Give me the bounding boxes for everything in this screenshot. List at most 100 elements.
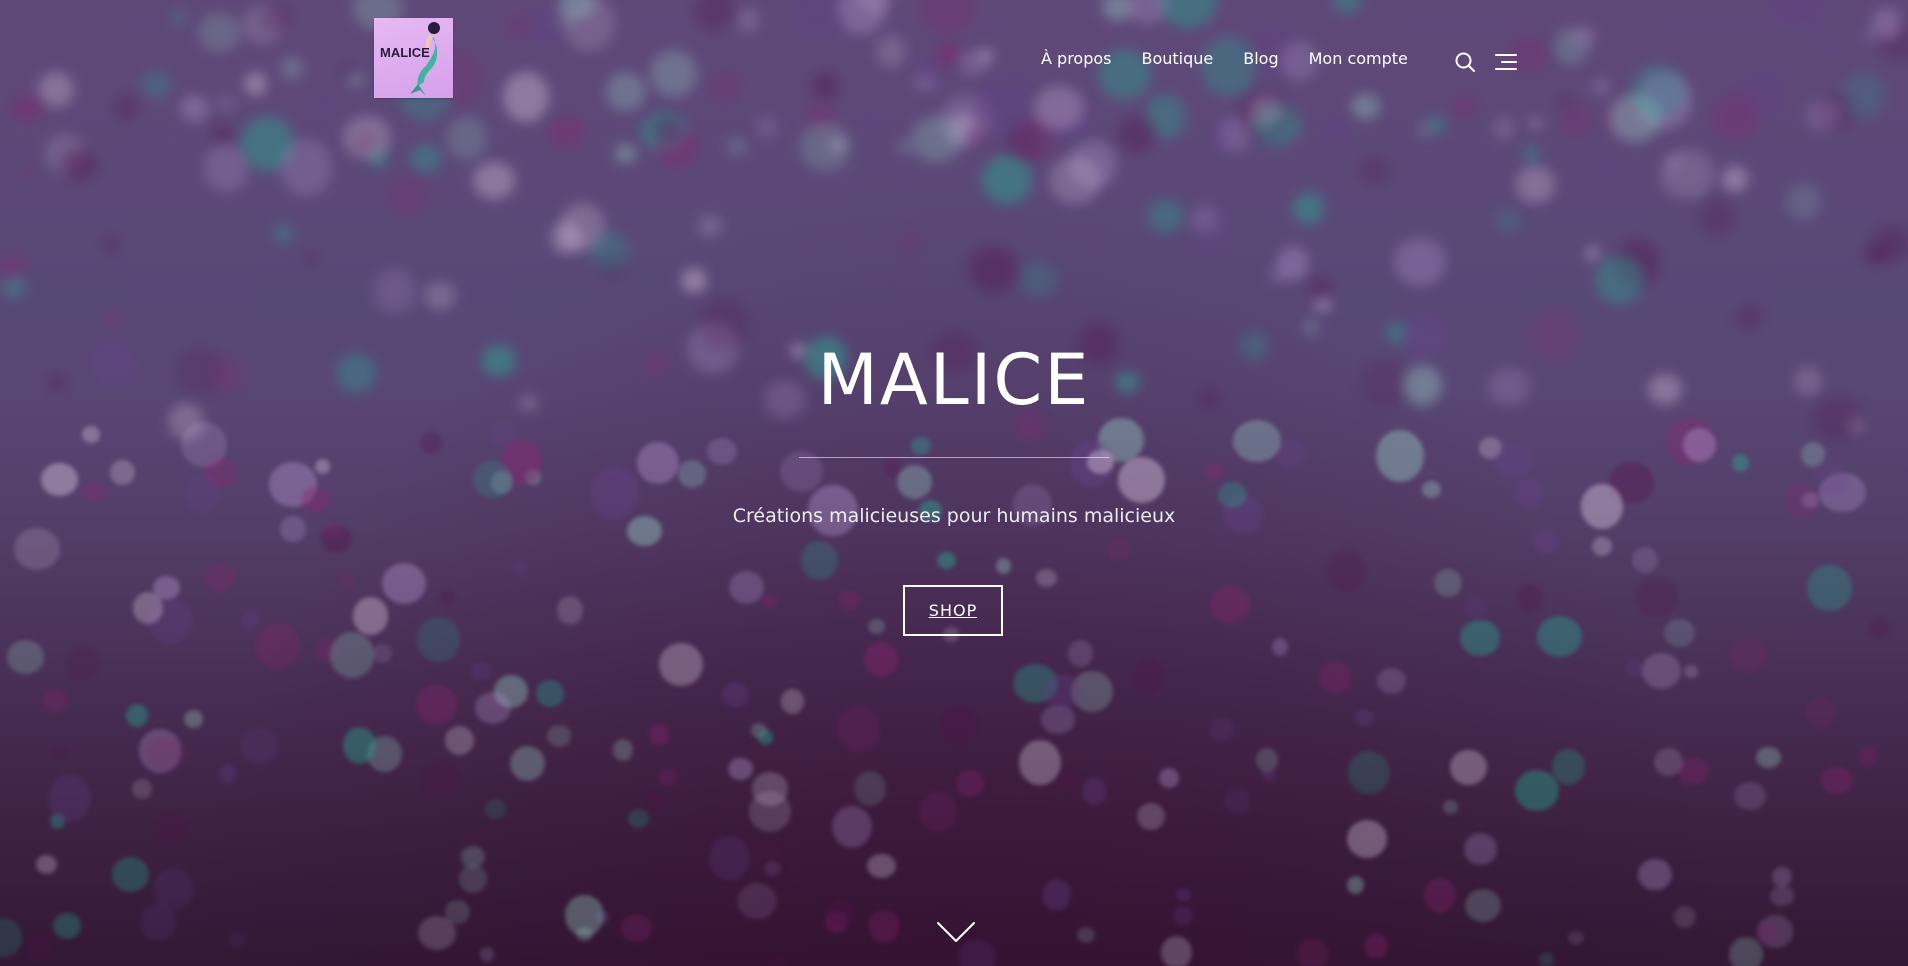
glitter-bokeh: [1302, 319, 1321, 336]
glitter-bokeh: [19, 165, 34, 181]
glitter-bokeh: [366, 736, 402, 773]
glitter-bokeh: [108, 311, 124, 328]
glitter-bokeh: [241, 611, 259, 630]
hero-overlay: [0, 0, 1908, 966]
glitter-bokeh: [446, 115, 488, 160]
glitter-bokeh: [911, 437, 932, 456]
glitter-bokeh: [43, 688, 68, 712]
glitter-bokeh: [1434, 568, 1462, 597]
glitter-bokeh: [0, 253, 27, 284]
glitter-bokeh: [1756, 921, 1777, 944]
logo-text: MALICE: [380, 45, 430, 60]
glitter-bokeh: [1673, 905, 1696, 929]
glitter-bokeh: [511, 560, 529, 576]
glitter-bokeh: [320, 525, 352, 553]
glitter-bokeh: [315, 458, 330, 474]
glitter-bokeh: [1479, 437, 1503, 459]
glitter-bokeh: [1274, 438, 1308, 468]
nav-item-boutique[interactable]: Boutique: [1141, 49, 1213, 68]
glitter-bokeh: [1132, 659, 1165, 694]
glitter-bokeh: [863, 641, 899, 678]
glitter-bokeh: [1293, 192, 1324, 225]
glitter-bokeh: [1307, 275, 1333, 304]
glitter-bokeh: [598, 252, 627, 278]
glitter-bokeh: [1069, 140, 1117, 189]
glitter-bokeh: [1377, 667, 1406, 695]
glitter-bokeh: [824, 911, 848, 934]
glitter-bokeh: [382, 562, 427, 604]
glitter-bokeh: [1041, 879, 1071, 911]
glitter-bokeh: [417, 616, 460, 662]
glitter-bokeh: [218, 763, 237, 783]
glitter-bokeh: [473, 461, 512, 499]
glitter-bokeh: [736, 883, 777, 920]
glitter-bokeh: [1187, 209, 1231, 252]
glitter-bokeh: [1267, 265, 1287, 286]
glitter-bokeh: [1772, 867, 1792, 888]
nav-item-blog[interactable]: Blog: [1243, 49, 1278, 68]
glitter-bokeh: [279, 139, 332, 196]
glitter-bokeh: [1666, 155, 1682, 172]
glitter-bokeh: [1012, 663, 1058, 703]
glitter-bokeh: [1097, 417, 1144, 463]
glitter-bokeh: [101, 236, 120, 256]
glitter-bokeh: [1591, 537, 1613, 556]
glitter-bokeh: [24, 934, 51, 963]
glitter-bokeh: [444, 726, 474, 755]
glitter-bokeh: [47, 775, 91, 823]
glitter-bokeh: [1443, 799, 1459, 814]
glitter-bokeh: [1314, 296, 1331, 311]
glitter-bokeh: [1209, 717, 1234, 742]
glitter-bokeh: [749, 790, 792, 832]
glitter-bokeh: [1698, 199, 1736, 237]
glitter-bokeh: [897, 465, 932, 500]
glitter-bokeh: [1800, 441, 1826, 468]
glitter-bokeh: [1638, 858, 1672, 891]
search-button[interactable]: [1453, 50, 1477, 74]
glitter-bokeh: [1423, 878, 1456, 914]
glitter-bokeh: [659, 643, 704, 687]
glitter-bokeh: [1276, 246, 1309, 282]
glitter-bokeh: [268, 462, 318, 508]
glitter-bokeh: [50, 813, 66, 830]
glitter-bokeh: [255, 623, 300, 670]
chevron-down-icon: [937, 922, 975, 942]
glitter-bokeh: [1450, 750, 1488, 785]
site-header: MALICE À propos Boutique Blog Mon compte: [0, 0, 1908, 120]
site-logo[interactable]: MALICE: [374, 18, 453, 98]
glitter-bokeh: [181, 421, 228, 467]
glitter-bokeh: [152, 811, 190, 844]
glitter-bokeh: [1354, 709, 1374, 726]
glitter-bokeh: [1161, 936, 1193, 966]
glitter-bokeh: [205, 562, 236, 593]
glitter-bokeh: [488, 420, 519, 448]
glitter-bokeh: [1615, 238, 1661, 288]
glitter-bokeh: [1204, 463, 1224, 482]
glitter-bokeh: [1863, 244, 1889, 267]
glitter-bokeh: [1211, 122, 1238, 150]
glitter-bokeh: [546, 725, 572, 748]
glitter-bokeh: [444, 900, 470, 925]
glitter-bokeh: [211, 124, 233, 145]
glitter-bokeh: [1729, 937, 1763, 966]
glitter-bokeh: [1495, 209, 1522, 233]
glitter-bokeh: [148, 599, 194, 645]
glitter-bokeh: [1219, 115, 1253, 152]
glitter-bokeh: [45, 133, 86, 174]
shop-button[interactable]: SHOP: [903, 585, 1003, 636]
glitter-bokeh: [53, 912, 81, 940]
glitter-bokeh: [615, 144, 636, 163]
glitter-bokeh: [1071, 670, 1113, 712]
menu-button[interactable]: [1494, 50, 1518, 74]
nav-item-mon-compte[interactable]: Mon compte: [1309, 49, 1408, 68]
glitter-bokeh: [1567, 931, 1584, 946]
glitter-bokeh: [138, 729, 181, 774]
nav-item-a-propos[interactable]: À propos: [1041, 49, 1111, 68]
glitter-bokeh: [549, 115, 585, 150]
glitter-bokeh: [82, 426, 100, 443]
glitter-bokeh: [1769, 885, 1795, 907]
glitter-bokeh: [1683, 665, 1699, 678]
glitter-bokeh: [131, 778, 152, 800]
glitter-bokeh: [681, 268, 707, 294]
scroll-down-button[interactable]: [936, 920, 976, 944]
